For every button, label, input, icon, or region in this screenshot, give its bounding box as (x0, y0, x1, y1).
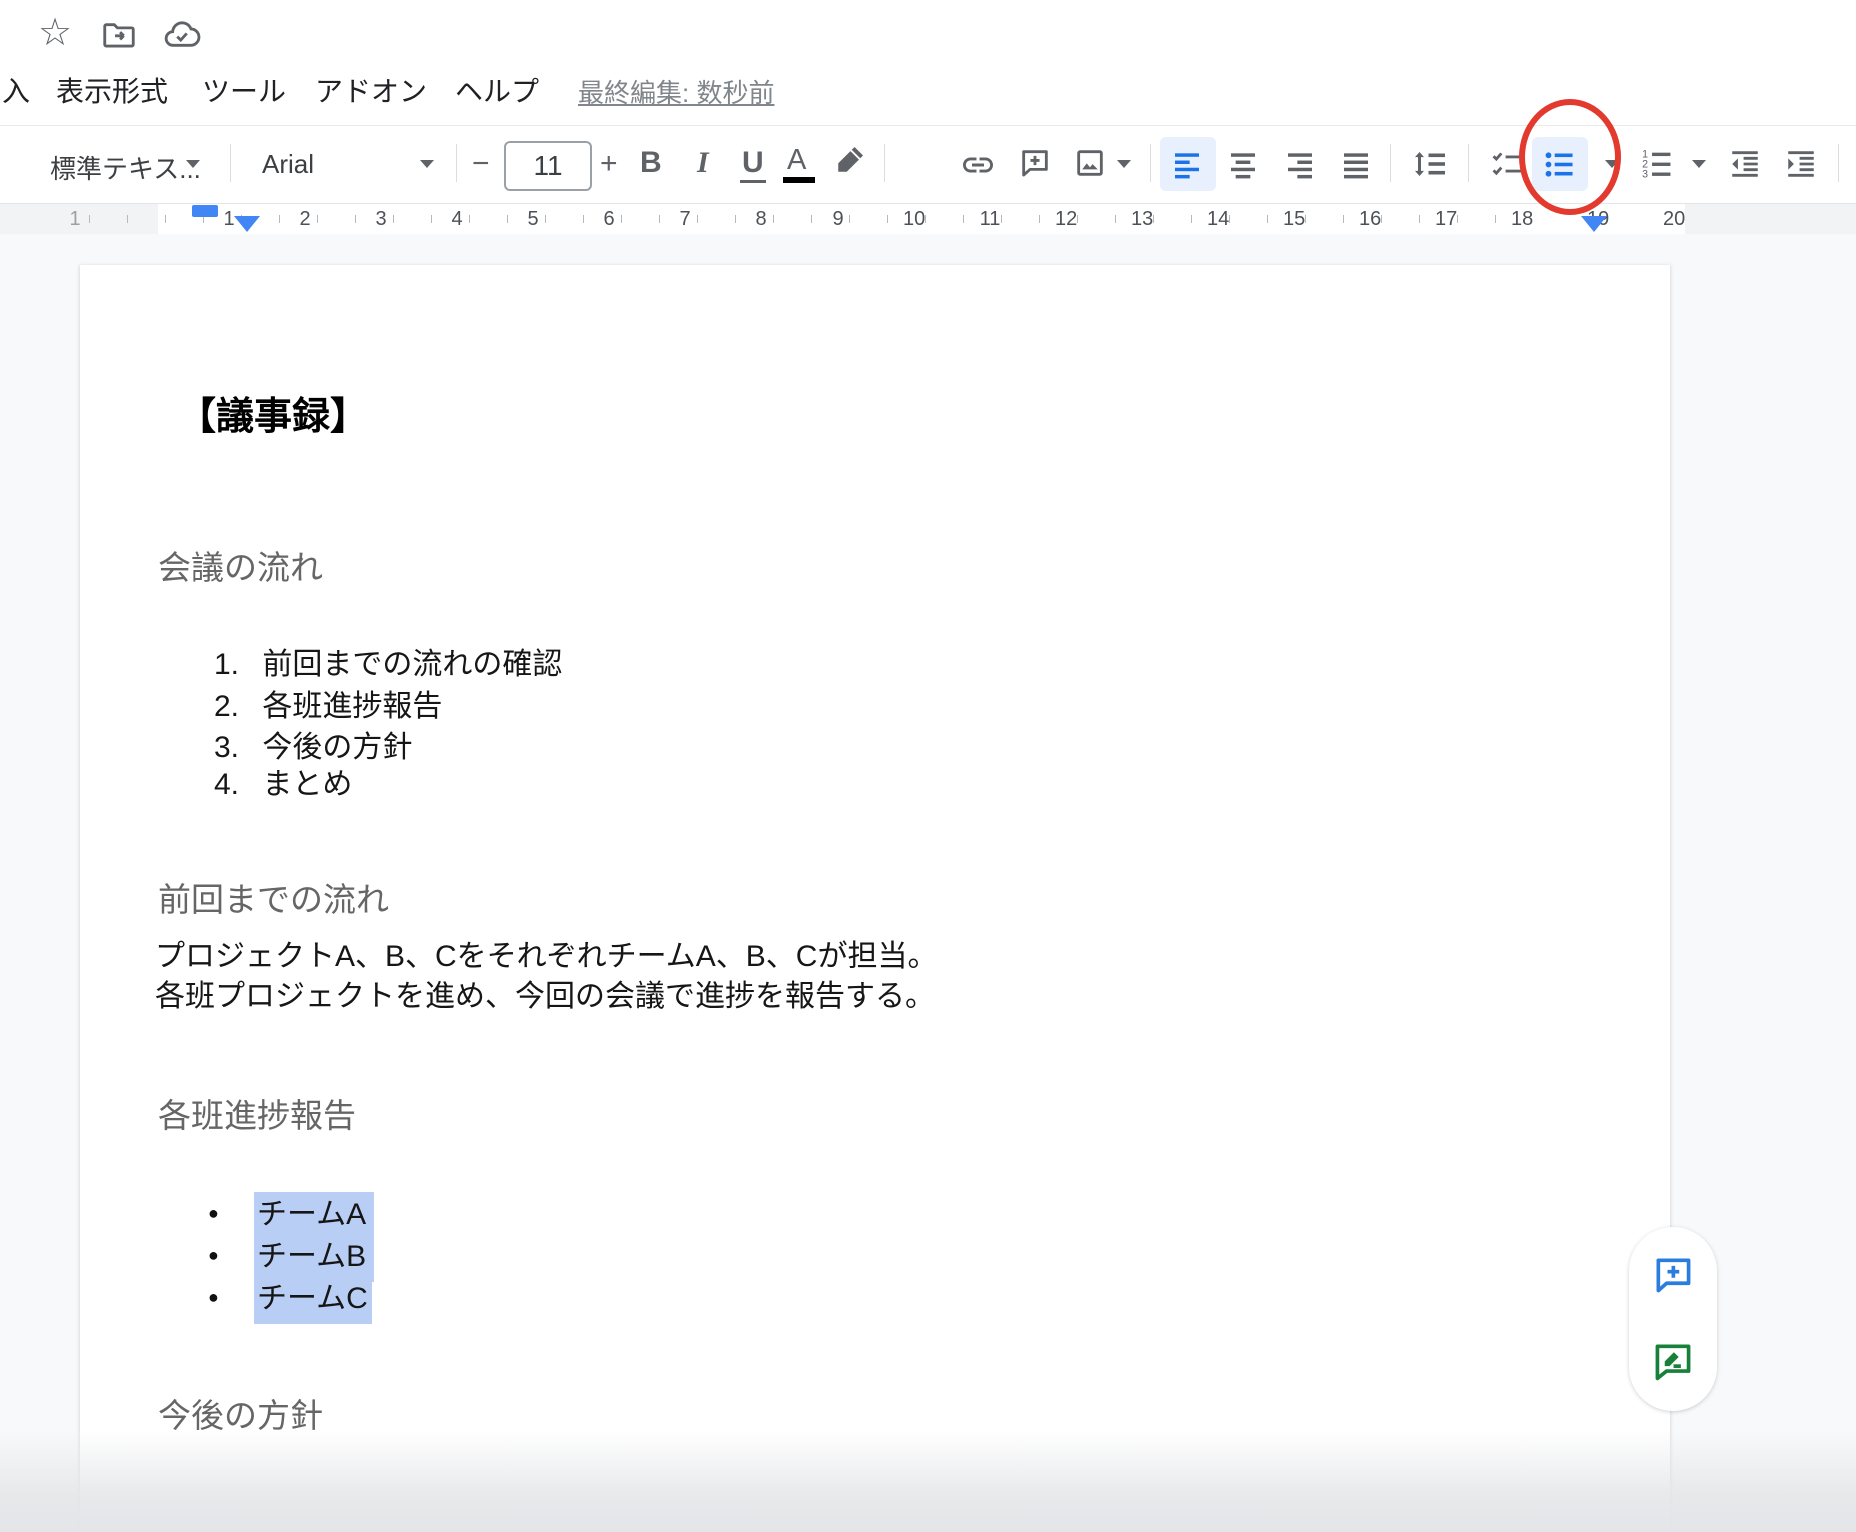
right-indent-marker[interactable] (1581, 216, 1607, 232)
heading-previous-flow[interactable]: 前回までの流れ (158, 873, 389, 921)
toolbar-divider (1468, 144, 1469, 182)
chevron-down-icon[interactable] (1117, 160, 1131, 168)
list-number: 2. (205, 690, 239, 724)
bullet-list-item[interactable]: チームC (254, 1276, 372, 1324)
ruler-number: 20 (1663, 208, 1685, 231)
chevron-down-icon[interactable] (1605, 160, 1619, 168)
numbered-list-item[interactable]: 2. 各班進捗報告 (205, 681, 442, 725)
menu-item-format[interactable]: 表示形式 (56, 70, 168, 110)
toolbar-divider (1150, 144, 1151, 182)
bulleted-list-button[interactable] (1543, 148, 1576, 181)
bullet-list-item[interactable]: チームA (254, 1192, 374, 1240)
underline-button[interactable]: U (740, 146, 766, 183)
toolbar-divider (1390, 144, 1391, 182)
bullet-icon: ● (208, 1203, 219, 1224)
menu-item-addons[interactable]: アドオン (315, 70, 427, 110)
italic-button[interactable]: I (697, 146, 709, 180)
ruler-number: 2 (294, 208, 316, 231)
first-line-indent-marker[interactable] (192, 205, 218, 217)
ruler-number: 13 (1131, 208, 1153, 231)
toolbar-divider (884, 144, 885, 182)
add-comment-icon[interactable] (1018, 146, 1052, 180)
ruler-number: 12 (1055, 208, 1077, 231)
ruler-number: 3 (370, 208, 392, 231)
increase-font-size-button[interactable]: + (600, 147, 618, 181)
decrease-font-size-button[interactable]: − (472, 147, 490, 181)
left-indent-marker[interactable] (234, 216, 260, 232)
ruler-number: 5 (522, 208, 544, 231)
ruler: 1 1 2 3 4 5 6 7 8 9 10 11 12 13 14 15 16… (0, 203, 1856, 234)
bullet-icon: ● (208, 1245, 219, 1266)
selected-text[interactable]: チームA (254, 1192, 374, 1240)
menu-toolbar-divider (0, 125, 1856, 126)
list-number: 4. (205, 768, 239, 802)
text-color-swatch[interactable] (783, 177, 815, 183)
chevron-down-icon[interactable] (186, 160, 200, 168)
font-size-input[interactable]: 11 (504, 141, 592, 191)
list-number: 1. (205, 648, 239, 682)
line-spacing-icon[interactable] (1412, 146, 1448, 182)
ruler-number: 17 (1435, 208, 1457, 231)
bullet-icon: ● (208, 1287, 219, 1308)
checklist-button[interactable] (1490, 147, 1524, 181)
ruler-number: 9 (827, 208, 849, 231)
ruler-number: 14 (1207, 208, 1229, 231)
add-comment-floating-button[interactable] (1651, 1253, 1695, 1297)
ruler-number-outside: 1 (64, 208, 86, 231)
paragraph-style-dropdown[interactable]: 標準テキス... (50, 149, 201, 186)
increase-indent-button[interactable] (1784, 147, 1818, 181)
font-family-dropdown[interactable]: Arial (262, 149, 314, 180)
selected-text[interactable]: チームC (254, 1276, 372, 1324)
floating-action-pill (1629, 1227, 1717, 1411)
document-page[interactable]: 【議事録】 会議の流れ 1. 前回までの流れの確認 2. 各班進捗報告 3. 今… (80, 265, 1670, 1532)
ruler-number: 8 (750, 208, 772, 231)
ruler-number: 18 (1511, 208, 1533, 231)
last-edit-link[interactable]: 最終編集: 数秒前 (578, 73, 774, 110)
ruler-number: 4 (446, 208, 468, 231)
list-item-text[interactable]: 各班進捗報告 (262, 690, 442, 723)
paragraph-line[interactable]: プロジェクトA、B、CをそれぞれチームA、B、Cが担当。 (155, 931, 937, 975)
align-left-button[interactable] (1171, 148, 1203, 180)
numbered-list-button[interactable]: 1 2 3 (1640, 147, 1674, 181)
numbered-list-item[interactable]: 1. 前回までの流れの確認 (205, 639, 562, 683)
star-icon[interactable]: ☆ (38, 10, 72, 55)
align-center-button[interactable] (1227, 148, 1259, 180)
insert-link-icon[interactable] (960, 147, 996, 183)
menu-item-help[interactable]: ヘルプ (455, 70, 539, 110)
menu-item-tools[interactable]: ツール (202, 70, 286, 110)
paragraph-line[interactable]: 各班プロジェクトを進め、今回の会議で進捗を報告する。 (155, 971, 935, 1015)
text-color-button[interactable]: A (787, 144, 806, 177)
move-to-folder-icon[interactable] (100, 16, 138, 54)
suggest-edits-floating-button[interactable] (1651, 1339, 1695, 1383)
insert-image-icon[interactable] (1073, 146, 1107, 180)
heading-meeting-flow[interactable]: 会議の流れ (158, 541, 323, 589)
bold-button[interactable]: B (640, 146, 662, 180)
toolbar-divider (456, 144, 457, 182)
ruler-number: 7 (674, 208, 696, 231)
document-title-text[interactable]: 【議事録】 (178, 385, 368, 440)
ruler-number: 16 (1359, 208, 1381, 231)
align-justify-button[interactable] (1340, 148, 1372, 180)
ruler-number: 11 (979, 208, 1001, 231)
numbered-list-item[interactable]: 4. まとめ (205, 759, 352, 803)
highlight-color-button[interactable] (834, 142, 868, 176)
list-item-text[interactable]: 前回までの流れの確認 (262, 648, 562, 681)
cloud-saved-icon[interactable] (162, 16, 202, 54)
ruler-number: 6 (598, 208, 620, 231)
ruler-number: 10 (903, 208, 925, 231)
list-item-text[interactable]: まとめ (262, 768, 352, 801)
menu-item-insert-partial[interactable]: 入 (2, 70, 30, 110)
heading-future-policy[interactable]: 今後の方針 (158, 1389, 323, 1437)
chevron-down-icon[interactable] (420, 160, 434, 168)
chevron-down-icon[interactable] (1692, 160, 1706, 168)
toolbar-divider (230, 144, 231, 182)
svg-text:3: 3 (1642, 168, 1648, 180)
selected-text[interactable]: チームB (254, 1234, 374, 1282)
toolbar-divider (1838, 144, 1839, 182)
bullet-list-item[interactable]: チームB (254, 1234, 374, 1282)
decrease-indent-button[interactable] (1728, 147, 1762, 181)
heading-progress-report[interactable]: 各班進捗報告 (158, 1089, 356, 1137)
ruler-number: 15 (1283, 208, 1305, 231)
align-right-button[interactable] (1284, 148, 1316, 180)
